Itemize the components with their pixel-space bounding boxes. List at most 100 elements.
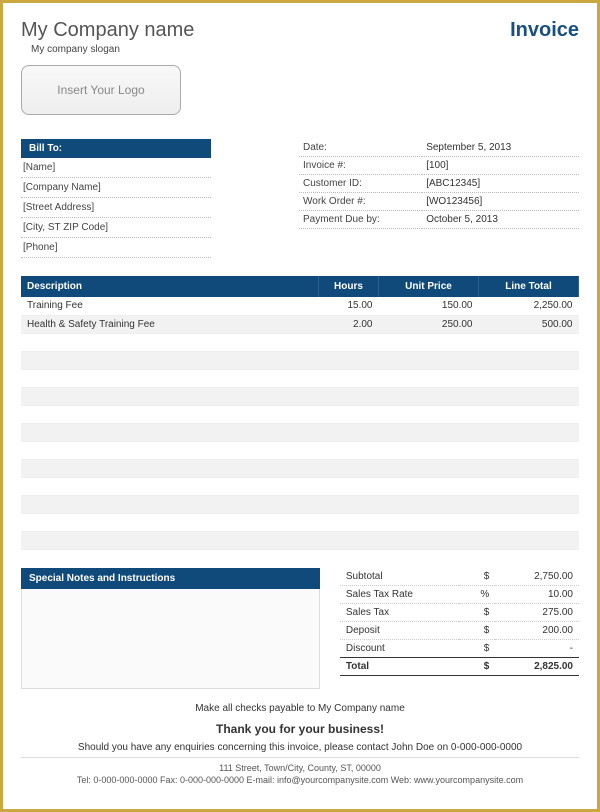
invoice-page: My Company name Invoice My company sloga… [0, 0, 600, 812]
line-items: Description Hours Unit Price Line Total … [21, 276, 579, 550]
cell-description [21, 369, 319, 387]
cell-total [479, 405, 579, 423]
invoice-title: Invoice [510, 19, 579, 42]
cell-price [379, 423, 479, 441]
cell-description [21, 477, 319, 495]
totals-symbol: $ [459, 568, 495, 586]
bill-to-phone: [Phone] [21, 238, 211, 258]
table-row [21, 387, 579, 405]
meta-row: Work Order #:[WO123456] [299, 193, 579, 211]
totals-label: Sales Tax [340, 603, 460, 621]
bottom-section: Special Notes and Instructions Subtotal$… [21, 568, 579, 689]
header-unit-price: Unit Price [379, 276, 479, 297]
footer-thanks: Thank you for your business! [21, 722, 579, 736]
table-row [21, 531, 579, 549]
totals-row: Sales Tax Rate%10.00 [340, 585, 579, 603]
meta-label: Invoice #: [299, 157, 422, 175]
meta-label: Customer ID: [299, 175, 422, 193]
totals-value: 10.00 [495, 585, 579, 603]
cell-hours [319, 531, 379, 549]
footer-address: 111 Street, Town/City, County, ST, 00000 [21, 762, 579, 775]
footer-payable: Make all checks payable to My Company na… [21, 703, 579, 714]
table-row: Health & Safety Training Fee2.00250.0050… [21, 315, 579, 333]
meta-value: September 5, 2013 [422, 139, 579, 157]
cell-hours [319, 333, 379, 351]
cell-description [21, 495, 319, 513]
meta-row: Payment Due by:October 5, 2013 [299, 211, 579, 229]
header: My Company name Invoice [21, 19, 579, 42]
notes-body[interactable] [21, 589, 320, 689]
totals-symbol: $ [459, 621, 495, 639]
grand-total-symbol: $ [459, 657, 495, 675]
totals-row: Sales Tax$275.00 [340, 603, 579, 621]
cell-total: 2,250.00 [479, 297, 579, 315]
company-name: My Company name [21, 19, 194, 42]
cell-hours [319, 369, 379, 387]
cell-price [379, 459, 479, 477]
cell-description: Health & Safety Training Fee [21, 315, 319, 333]
table-row [21, 441, 579, 459]
header-line-total: Line Total [479, 276, 579, 297]
cell-description [21, 423, 319, 441]
bill-to-city: [City, ST ZIP Code] [21, 218, 211, 238]
grand-total-value: 2,825.00 [495, 657, 579, 675]
cell-description: Training Fee [21, 297, 319, 315]
grand-total-label: Total [340, 657, 460, 675]
totals-symbol: $ [459, 639, 495, 657]
cell-total [479, 369, 579, 387]
cell-hours [319, 459, 379, 477]
cell-price [379, 405, 479, 423]
totals-row: Subtotal$2,750.00 [340, 568, 579, 586]
cell-hours [319, 495, 379, 513]
cell-description [21, 387, 319, 405]
grand-total-row: Total$2,825.00 [340, 657, 579, 675]
meta-value: [ABC12345] [422, 175, 579, 193]
cell-price [379, 387, 479, 405]
meta-row: Invoice #:[100] [299, 157, 579, 175]
meta-section: Bill To: [Name] [Company Name] [Street A… [21, 139, 579, 258]
cell-total [479, 459, 579, 477]
totals-label: Sales Tax Rate [340, 585, 460, 603]
table-row [21, 513, 579, 531]
cell-total [479, 495, 579, 513]
bill-to-box: Bill To: [Name] [Company Name] [Street A… [21, 139, 211, 258]
meta-label: Date: [299, 139, 422, 157]
cell-price [379, 333, 479, 351]
bill-to-name: [Name] [21, 158, 211, 178]
cell-description [21, 513, 319, 531]
totals-value: 200.00 [495, 621, 579, 639]
meta-value: [WO123456] [422, 193, 579, 211]
cell-price: 250.00 [379, 315, 479, 333]
totals-value: - [495, 639, 579, 657]
footer-contact-line: Tel: 0-000-000-0000 Fax: 0-000-000-0000 … [21, 774, 579, 787]
cell-description [21, 441, 319, 459]
cell-price [379, 351, 479, 369]
footer: Make all checks payable to My Company na… [21, 703, 579, 787]
cell-price [379, 477, 479, 495]
cell-hours: 2.00 [319, 315, 379, 333]
bill-to-company: [Company Name] [21, 178, 211, 198]
logo-placeholder[interactable]: Insert Your Logo [21, 65, 181, 115]
header-hours: Hours [319, 276, 379, 297]
meta-value: October 5, 2013 [422, 211, 579, 229]
table-row: Training Fee15.00150.002,250.00 [21, 297, 579, 315]
totals-value: 2,750.00 [495, 568, 579, 586]
notes-header: Special Notes and Instructions [21, 568, 320, 589]
cell-price [379, 513, 479, 531]
table-row [21, 369, 579, 387]
cell-description [21, 405, 319, 423]
cell-description [21, 333, 319, 351]
totals-label: Deposit [340, 621, 460, 639]
invoice-meta: Date:September 5, 2013Invoice #:[100]Cus… [299, 139, 579, 258]
cell-total [479, 513, 579, 531]
items-header-row: Description Hours Unit Price Line Total [21, 276, 579, 297]
totals-value: 275.00 [495, 603, 579, 621]
meta-row: Customer ID:[ABC12345] [299, 175, 579, 193]
footer-enquiry: Should you have any enquiries concerning… [21, 742, 579, 753]
meta-label: Payment Due by: [299, 211, 422, 229]
table-row [21, 423, 579, 441]
bill-to-street: [Street Address] [21, 198, 211, 218]
table-row [21, 495, 579, 513]
table-row [21, 459, 579, 477]
cell-total [479, 423, 579, 441]
